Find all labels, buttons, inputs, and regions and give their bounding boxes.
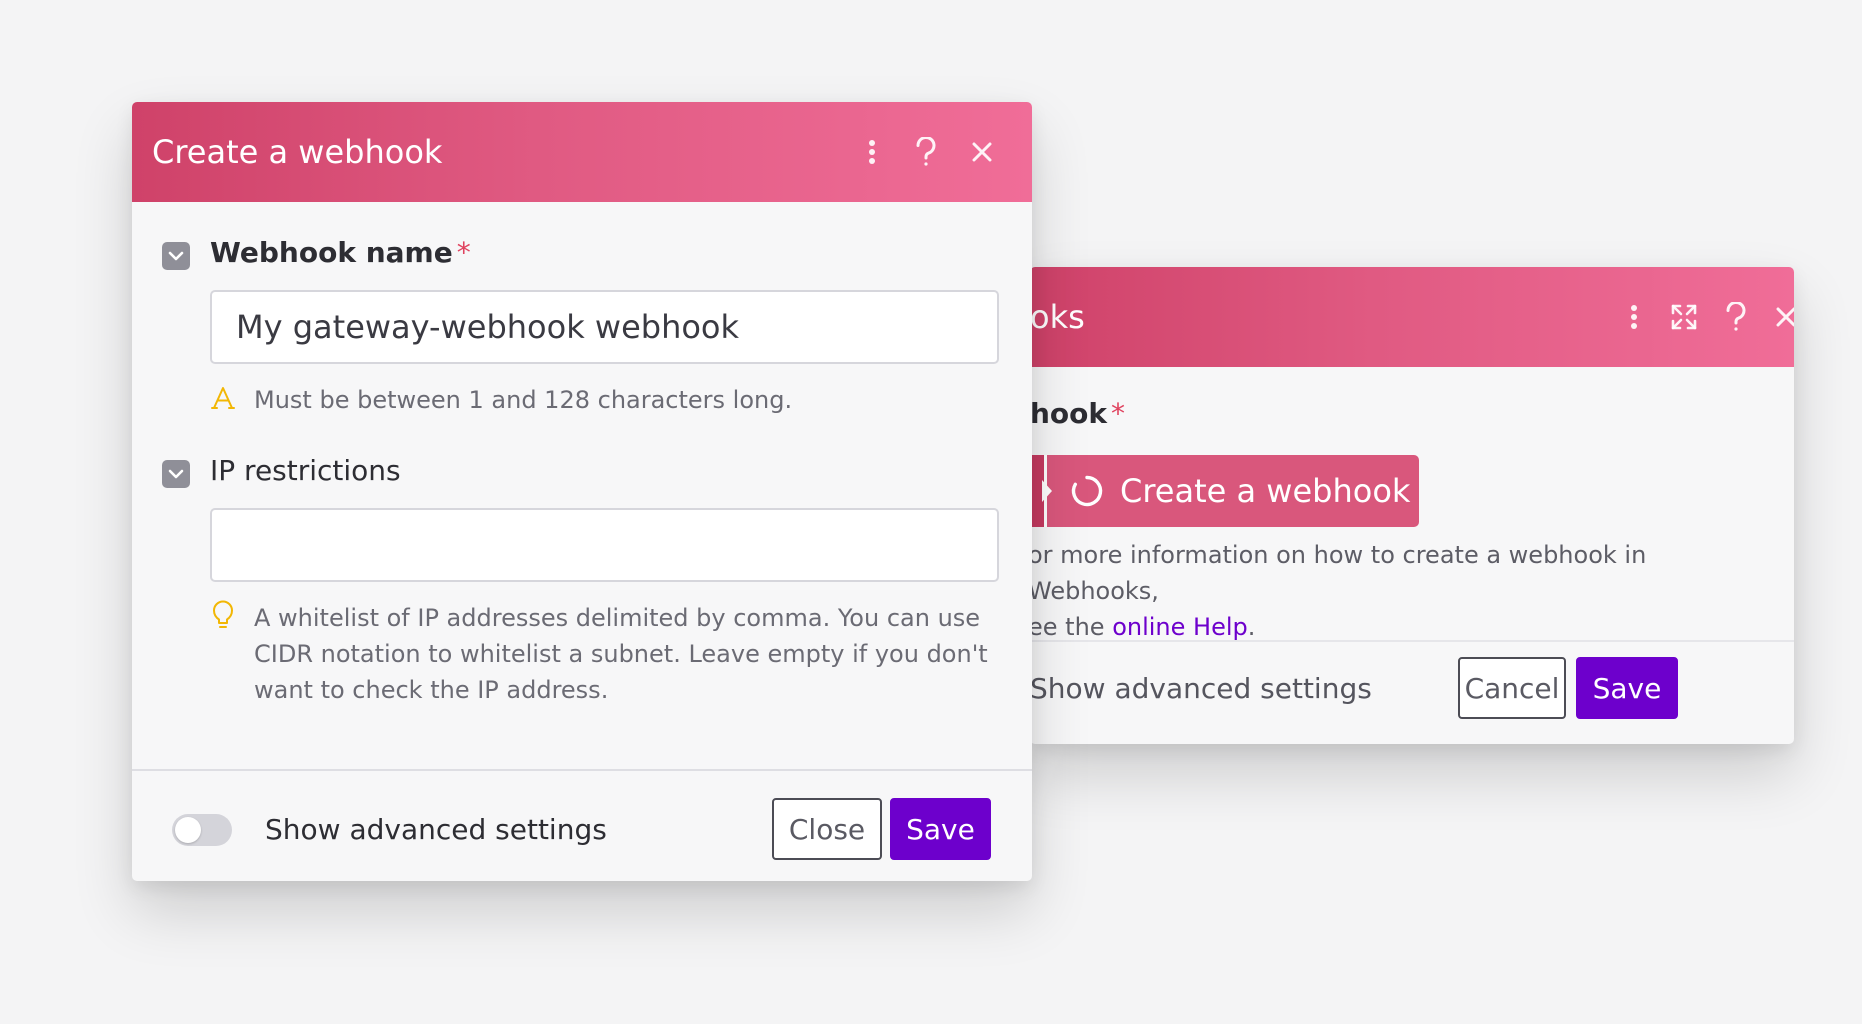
cancel-button[interactable]: Cancel	[1458, 657, 1566, 719]
refresh-icon	[1070, 474, 1104, 508]
more-vertical-icon[interactable]	[1614, 297, 1654, 337]
ip-restrictions-input[interactable]	[210, 508, 999, 582]
required-mark: *	[1111, 397, 1126, 430]
dialog-header: oks	[1030, 267, 1794, 367]
close-button[interactable]: Close	[772, 798, 882, 860]
close-icon[interactable]	[962, 132, 1002, 172]
pill-divider	[1044, 455, 1047, 527]
help-icon[interactable]	[1716, 297, 1756, 337]
help-icon[interactable]	[906, 132, 946, 172]
webhook-name-label: Webhook name *	[210, 236, 471, 269]
toggle-knob	[175, 817, 201, 843]
help-text: or more information on how to create a w…	[1030, 537, 1768, 645]
ip-restrictions-hint: A whitelist of IP addresses delimited by…	[254, 604, 988, 704]
dialog-header: Create a webhook	[132, 102, 1032, 202]
webhooks-module-dialog: oks hook * Create a webhook or more info…	[1030, 267, 1794, 744]
save-button[interactable]: Save	[890, 798, 991, 860]
ip-restrictions-collapse-toggle[interactable]	[162, 460, 190, 488]
webhook-name-collapse-toggle[interactable]	[162, 242, 190, 270]
help-line-2-suffix: .	[1247, 613, 1256, 641]
webhook-name-hint: Must be between 1 and 128 characters lon…	[254, 386, 793, 414]
show-advanced-settings-label[interactable]: Show advanced settings	[1030, 669, 1372, 709]
online-help-link[interactable]: online Help	[1112, 613, 1248, 641]
create-webhook-label: Create a webhook	[1120, 472, 1411, 510]
show-advanced-settings-label: Show advanced settings	[265, 813, 607, 846]
create-webhook-button[interactable]: Create a webhook	[1030, 455, 1419, 527]
dialog-title: Create a webhook	[152, 133, 443, 171]
create-webhook-dialog: Create a webhook Webhook name* Must be b…	[132, 102, 1032, 881]
close-icon[interactable]	[1766, 297, 1794, 337]
webhook-name-input[interactable]	[210, 290, 999, 364]
help-line-1: or more information on how to create a w…	[1030, 541, 1647, 605]
show-advanced-settings-toggle[interactable]	[172, 814, 232, 846]
text-format-icon	[210, 384, 236, 412]
webhook-field-label: hook *	[1030, 397, 1125, 430]
webhook-field-label-text: hook	[1030, 397, 1108, 430]
help-line-2-prefix: ee the	[1030, 613, 1113, 641]
lightbulb-icon	[210, 598, 236, 632]
footer-divider	[1030, 640, 1794, 642]
dialog-title: oks	[1030, 298, 1085, 336]
ip-restrictions-label: IP restrictions	[210, 454, 401, 487]
webhook-name-label-text: Webhook name	[210, 236, 453, 269]
expand-icon[interactable]	[1664, 297, 1704, 337]
more-vertical-icon[interactable]	[852, 132, 892, 172]
footer-divider	[132, 769, 1032, 771]
save-button[interactable]: Save	[1576, 657, 1678, 719]
required-mark: *	[456, 236, 471, 269]
